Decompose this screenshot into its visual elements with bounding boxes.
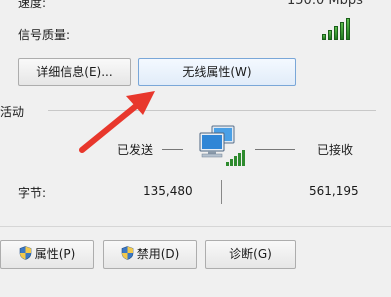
disable-button-label: 禁用(D) (136, 247, 180, 261)
sent-dash (162, 149, 183, 150)
bytes-label: 字节: (18, 186, 47, 200)
uac-shield-icon (121, 246, 133, 260)
diagnose-button[interactable]: 诊断(G) (205, 240, 296, 269)
bytes-sent-value: 135,480 (143, 184, 193, 198)
wireless-properties-button[interactable]: 无线属性(W) (138, 58, 296, 86)
details-button[interactable]: 详细信息(E)... (18, 58, 131, 86)
properties-button[interactable]: 属性(P) (0, 240, 94, 269)
signal-quality-label: 信号质量: (18, 28, 71, 42)
disable-button[interactable]: 禁用(D) (103, 240, 197, 269)
signal-bars-icon (322, 18, 356, 40)
uac-shield-icon (19, 246, 31, 260)
sent-label: 已发送 (117, 143, 154, 157)
received-label: 已接收 (317, 143, 354, 157)
speed-label: 速度: (18, 0, 47, 10)
speed-value: 150.0 Mbps (287, 0, 363, 8)
network-computer-icon (199, 125, 245, 166)
section-divider (48, 110, 376, 111)
bytes-divider (221, 180, 222, 204)
bottom-divider (0, 226, 391, 227)
properties-button-label: 属性(P) (34, 247, 76, 261)
received-dash (255, 149, 295, 150)
bytes-received-value: 561,195 (309, 184, 359, 198)
wifi-status-dialog: 速度: 150.0 Mbps 信号质量: 详细信息(E)... 无线属性(W) … (0, 0, 391, 297)
activity-section-title: 活动 (0, 105, 25, 119)
